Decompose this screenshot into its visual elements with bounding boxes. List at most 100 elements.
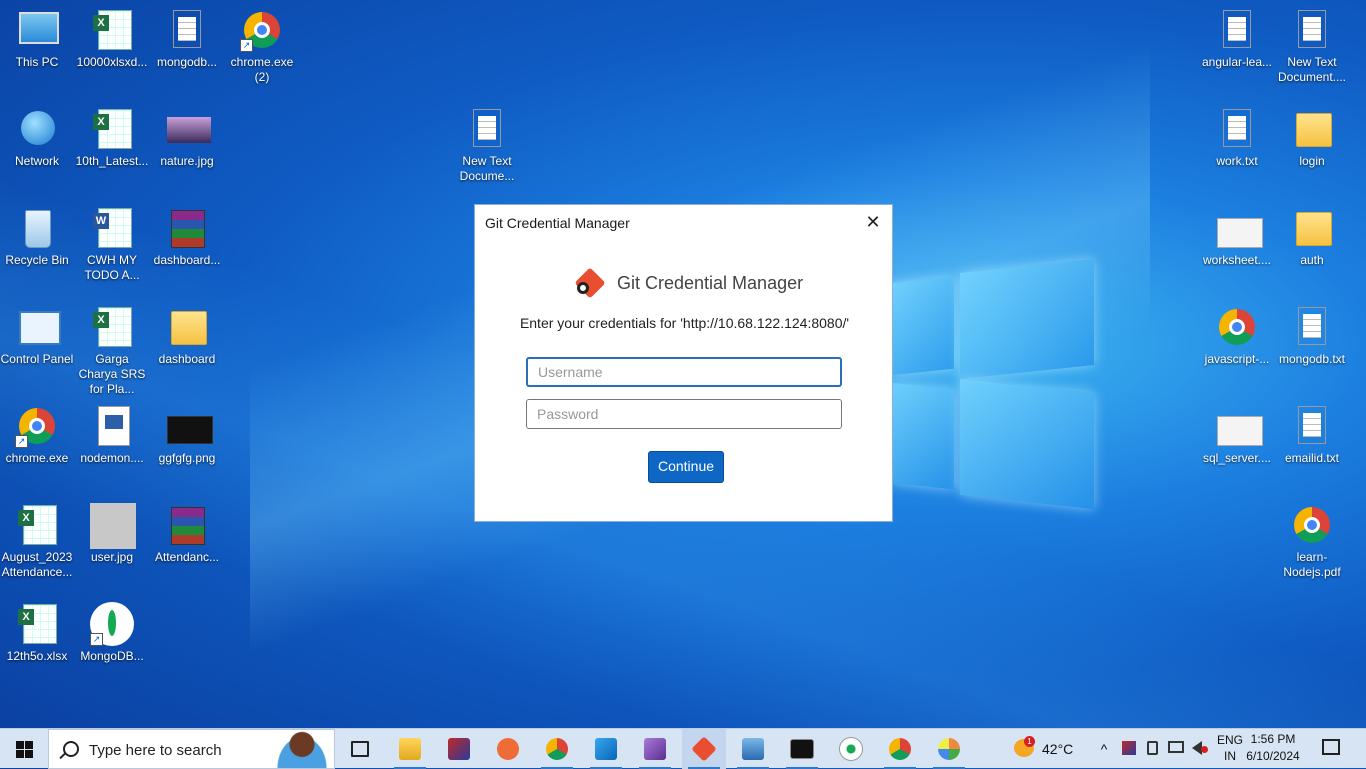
taskbar-app-visual-studio[interactable] (633, 729, 677, 769)
clock-date: 6/10/2024 (1246, 749, 1300, 763)
weather-badge: 1 (1024, 736, 1035, 747)
desktop-icon-network[interactable]: Network (0, 107, 74, 169)
taskbar-app-file-explorer[interactable] (388, 729, 432, 769)
desktop-icon-label: chrome.exe (2) (230, 55, 294, 84)
text-file-icon (1298, 10, 1326, 48)
desktop-icon-mongodb-txt[interactable]: mongodb.txt (1275, 305, 1349, 367)
git-credential-dialog: Git Credential Manager ✕ Git Credential … (474, 204, 893, 522)
desktop-icon-control-panel[interactable]: Control Panel (0, 305, 74, 367)
taskbar-app-mongodb-compass[interactable] (829, 729, 873, 769)
terminal-icon (790, 739, 814, 759)
excel-file-icon: X (93, 109, 132, 149)
desktop-icon-mongodb-compass[interactable]: ↗ MongoDB... (75, 602, 149, 664)
excel-file-icon: X (18, 604, 57, 644)
taskbar: Type here to search 1 42°C ^ ENG IN 1:56… (0, 728, 1366, 769)
desktop-icon-work-txt[interactable]: work.txt (1200, 107, 1274, 169)
desktop-icon-chrome[interactable]: ↗ chrome.exe (0, 404, 74, 466)
desktop-icon-dashboard-rar[interactable]: dashboard... (150, 206, 224, 268)
taskbar-search-box[interactable]: Type here to search (48, 729, 335, 769)
network-status-icon (1168, 741, 1184, 753)
chrome-icon (889, 738, 911, 760)
postman-icon (497, 738, 519, 760)
network-tray-button[interactable] (1166, 729, 1186, 769)
start-button[interactable] (0, 729, 48, 769)
desktop-icon-label: CWH MY TODO A... (84, 253, 140, 282)
desktop-icon-cwh-todo[interactable]: W CWH MY TODO A... (75, 206, 149, 283)
search-placeholder: Type here to search (89, 742, 222, 759)
desktop-icon-nature[interactable]: nature.jpg (150, 107, 224, 169)
desktop-icon-ggfgfg[interactable]: ggfgfg.png (150, 404, 224, 466)
desktop-icon-sql-server[interactable]: sql_server.... (1200, 404, 1274, 466)
desktop-icon-label: New Text Document.... (1277, 55, 1347, 84)
desktop-icon-nodemon[interactable]: nodemon.... (75, 404, 149, 466)
desktop-icon-12th5o[interactable]: X 12th5o.xlsx (0, 602, 74, 664)
taskbar-app-remote-desktop[interactable] (731, 729, 775, 769)
desktop-icon-attendance-rar[interactable]: Attendanc... (150, 503, 224, 565)
desktop-icon-login[interactable]: login (1275, 107, 1349, 169)
desktop-icon-dashboard-folder[interactable]: dashboard (150, 305, 224, 367)
rar-archive-icon (171, 507, 205, 545)
paint-icon (938, 738, 960, 760)
taskbar-app-vscode[interactable] (584, 729, 628, 769)
desktop-icon-worksheet[interactable]: worksheet.... (1200, 206, 1274, 268)
dialog-title: Git Credential Manager (485, 215, 630, 231)
taskbar-app-chrome-2[interactable] (878, 729, 922, 769)
system-clock[interactable]: 1:56 PM 6/10/2024 (1236, 731, 1310, 765)
desktop-icon-label: login (1299, 154, 1325, 168)
desktop-icon-label: nodemon.... (80, 451, 144, 465)
taskbar-app-git-credential-manager[interactable] (682, 729, 726, 769)
desktop-icon-garga-charya[interactable]: X Garga Charya SRS for Pla... (75, 305, 149, 397)
desktop-icon-mongodb[interactable]: mongodb... (150, 8, 224, 70)
desktop-icon-javascript[interactable]: javascript-... (1200, 305, 1274, 367)
desktop-icon-this-pc[interactable]: This PC (0, 8, 74, 70)
powershell-file-icon (98, 406, 130, 446)
desktop-icon-new-text-document[interactable]: New Text Document.... (1275, 8, 1349, 85)
password-input[interactable] (526, 399, 842, 429)
text-file-icon (1223, 109, 1251, 147)
desktop-icon-label: dashboard... (153, 253, 221, 267)
desktop-icon-10th-latest[interactable]: X 10th_Latest... (75, 107, 149, 169)
excel-file-icon: X (93, 10, 132, 50)
text-file-icon (473, 109, 501, 147)
recycle-bin-icon (25, 210, 51, 248)
show-hidden-icons-button[interactable]: ^ (1094, 729, 1114, 769)
task-view-button[interactable] (338, 729, 382, 769)
desktop-icon-learn-nodejs[interactable]: learn-Nodejs.pdf (1275, 503, 1349, 580)
desktop-icon-10000xlsx[interactable]: X 10000xlsxd... (75, 8, 149, 70)
text-file-icon (1298, 307, 1326, 345)
image-file-icon (167, 117, 211, 143)
desktop-icon-label: user.jpg (90, 550, 134, 564)
username-input[interactable] (526, 357, 842, 387)
continue-button[interactable]: Continue (648, 451, 724, 483)
visual-studio-icon (644, 738, 666, 760)
volume-button[interactable] (1190, 729, 1210, 769)
desktop-icon-label: emailid.txt (1284, 451, 1340, 465)
desktop-icon-label: chrome.exe (5, 451, 69, 465)
taskbar-app-image[interactable] (437, 729, 481, 769)
desktop-icon-angular[interactable]: angular-lea... (1200, 8, 1274, 70)
close-button[interactable]: ✕ (860, 211, 886, 235)
taskbar-app-postman[interactable] (486, 729, 530, 769)
desktop-icon-label: nature.jpg (160, 154, 214, 168)
tray-device-button[interactable] (1144, 729, 1162, 769)
taskbar-app-terminal[interactable] (780, 729, 824, 769)
notification-center-icon[interactable] (1322, 739, 1340, 755)
text-file-icon (1223, 10, 1251, 48)
desktop-icon-emailid[interactable]: emailid.txt (1275, 404, 1349, 466)
folder-icon (1296, 113, 1332, 147)
desktop-icon-auth[interactable]: auth (1275, 206, 1349, 268)
taskbar-app-paint[interactable] (927, 729, 971, 769)
task-view-icon (351, 741, 369, 757)
tray-app-button[interactable] (1120, 729, 1138, 769)
weather-widget[interactable]: 1 42°C (1012, 729, 1082, 769)
desktop-icon-label: sql_server.... (1202, 451, 1272, 465)
desktop-icon-august-2023[interactable]: X August_2023 Attendance... (0, 503, 74, 580)
desktop-icon-chrome-2[interactable]: ↗ chrome.exe (2) (225, 8, 299, 85)
desktop-icon-label: javascript-... (1204, 352, 1270, 366)
desktop-icon-new-text-doc[interactable]: New Text Docume... (450, 107, 524, 184)
taskbar-app-chrome[interactable] (535, 729, 579, 769)
desktop-icon-recycle-bin[interactable]: Recycle Bin (0, 206, 74, 268)
desktop-icon-label: New Text Docume... (459, 154, 515, 183)
desktop-icon-user-jpg[interactable]: user.jpg (75, 503, 149, 565)
git-credential-manager-icon (574, 267, 606, 299)
